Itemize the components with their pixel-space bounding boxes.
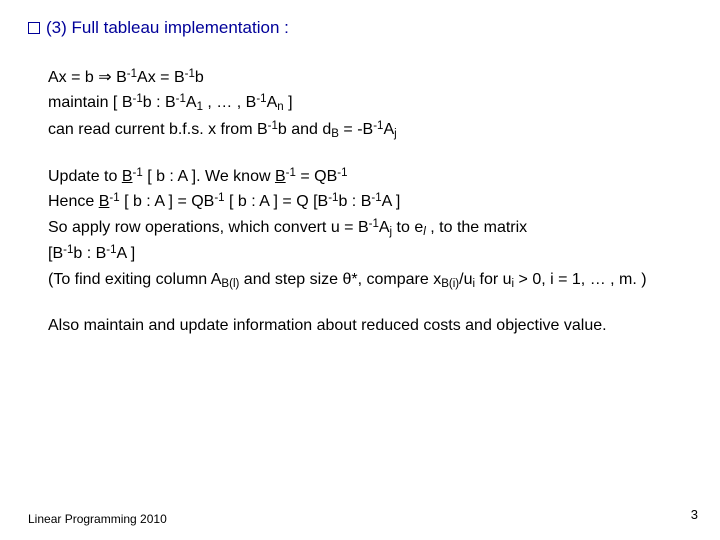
line-8: (To find exiting column AB(l) and step s… xyxy=(48,268,688,293)
slide-heading: (3) Full tableau implementation : xyxy=(28,18,692,38)
paragraph-3: Also maintain and update information abo… xyxy=(48,314,688,337)
line-3: can read current b.f.s. x from B-1b and … xyxy=(48,118,688,143)
line-7: [B-1b : B-1A ] xyxy=(48,242,688,265)
paragraph-2: Update to B-1 [ b : A ]. We know B-1 = Q… xyxy=(48,165,688,292)
bullet-square-icon xyxy=(28,22,40,34)
line-1: Ax = b ⇒ B-1Ax = B-1b xyxy=(48,66,688,89)
line-6: So apply row operations, which convert u… xyxy=(48,216,688,241)
footer-text: Linear Programming 2010 xyxy=(28,512,167,526)
heading-text: (3) Full tableau implementation : xyxy=(46,18,289,37)
paragraph-1: Ax = b ⇒ B-1Ax = B-1b maintain [ B-1b : … xyxy=(48,66,688,143)
slide-body: Ax = b ⇒ B-1Ax = B-1b maintain [ B-1b : … xyxy=(28,66,692,337)
line-2: maintain [ B-1b : B-1A1 , … , B-1An ] xyxy=(48,91,688,116)
page-number: 3 xyxy=(691,507,698,522)
line-4: Update to B-1 [ b : A ]. We know B-1 = Q… xyxy=(48,165,688,188)
line-5: Hence B-1 [ b : A ] = QB-1 [ b : A ] = Q… xyxy=(48,190,688,213)
